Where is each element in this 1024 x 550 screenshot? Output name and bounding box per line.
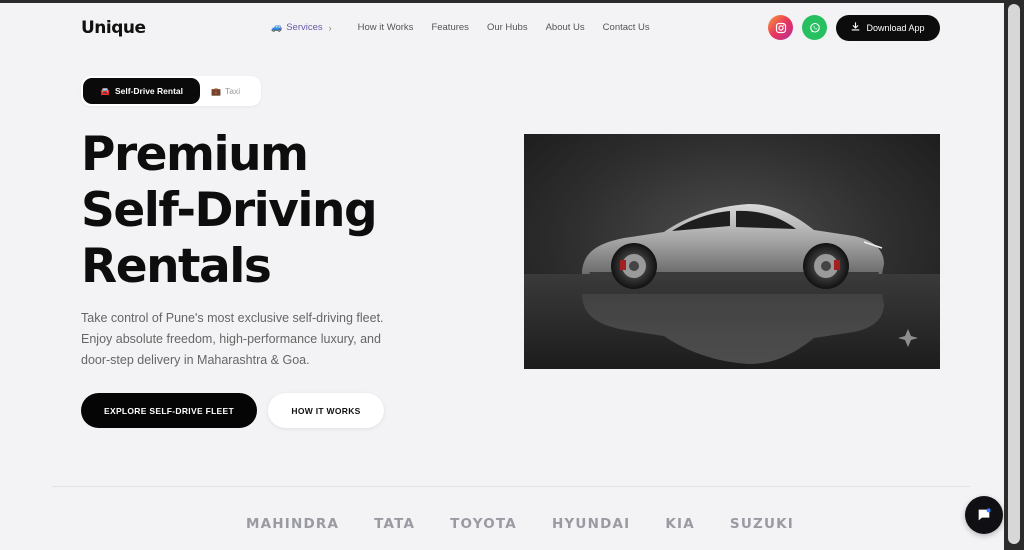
car-icon: 🚙 (271, 22, 283, 32)
scrollbar-thumb[interactable] (1008, 4, 1020, 544)
brand-tata: TATA (374, 516, 416, 532)
hero-subtext: Take control of Pune's most exclusive se… (81, 311, 384, 367)
nav-item-our-hubs[interactable]: Our Hubs (487, 22, 528, 33)
brand-logos: MAHINDRA TATA TOYOTA HYUNDAI KIA SUZUKI (246, 516, 829, 532)
whatsapp-button[interactable] (802, 15, 827, 40)
nav-item-services[interactable]: 🚙 Services › (271, 22, 332, 33)
brand-suzuki: SUZUKI (729, 516, 795, 532)
instagram-button[interactable] (768, 15, 793, 40)
toggle-self-drive-label: Self-Drive Rental (114, 86, 183, 96)
brand-kia: KIA (665, 516, 695, 532)
chat-icon (978, 508, 991, 521)
chat-button[interactable] (965, 496, 1003, 534)
headline-line: Premium (81, 127, 309, 182)
toggle-taxi[interactable]: 💼 Taxi (211, 78, 240, 104)
logo[interactable]: Unique (81, 18, 146, 38)
nav-item-about-us[interactable]: About Us (546, 22, 585, 33)
toggle-self-drive[interactable]: 🚘 Self-Drive Rental (83, 78, 200, 104)
download-app-label: Download App (866, 23, 925, 33)
brand-hyundai: HYUNDAI (551, 516, 631, 532)
how-it-works-button[interactable]: HOW IT WORKS (268, 393, 384, 428)
nav-item-features[interactable]: Features (431, 22, 469, 33)
car-icon: 🚘 (100, 86, 110, 96)
hero-headline: Premium Self-Driving Rentals (81, 127, 411, 295)
brand-mahindra: MAHINDRA (246, 516, 340, 532)
nav-item-contact-us[interactable]: Contact Us (603, 22, 650, 33)
headline-line: Self-Driving (81, 183, 378, 238)
download-icon (851, 22, 860, 34)
nav-item-label: Services (286, 22, 323, 33)
hero-car-image (524, 134, 940, 369)
instagram-icon (775, 22, 786, 33)
brand-toyota: TOYOTA (450, 516, 517, 532)
briefcase-icon: 💼 (211, 86, 221, 96)
nav-menu: 🚙 Services › How it Works Features Our H… (271, 22, 668, 33)
service-toggle: 🚘 Self-Drive Rental 💼 Taxi (81, 76, 261, 106)
headline-line: Rentals (81, 239, 272, 294)
browser-edge (0, 0, 1024, 3)
chevron-right-icon: › (328, 22, 332, 33)
nav-item-how-it-works[interactable]: How it Works (358, 22, 414, 33)
top-nav: Unique 🚙 Services › How it Works Feature… (0, 0, 1004, 56)
explore-fleet-button[interactable]: EXPLORE SELF-DRIVE FLEET (81, 393, 257, 428)
section-divider (52, 486, 970, 487)
toggle-taxi-label: Taxi (224, 86, 241, 96)
page: Unique 🚙 Services › How it Works Feature… (0, 0, 1004, 550)
download-app-button[interactable]: Download App (836, 15, 940, 41)
whatsapp-icon (809, 22, 820, 33)
